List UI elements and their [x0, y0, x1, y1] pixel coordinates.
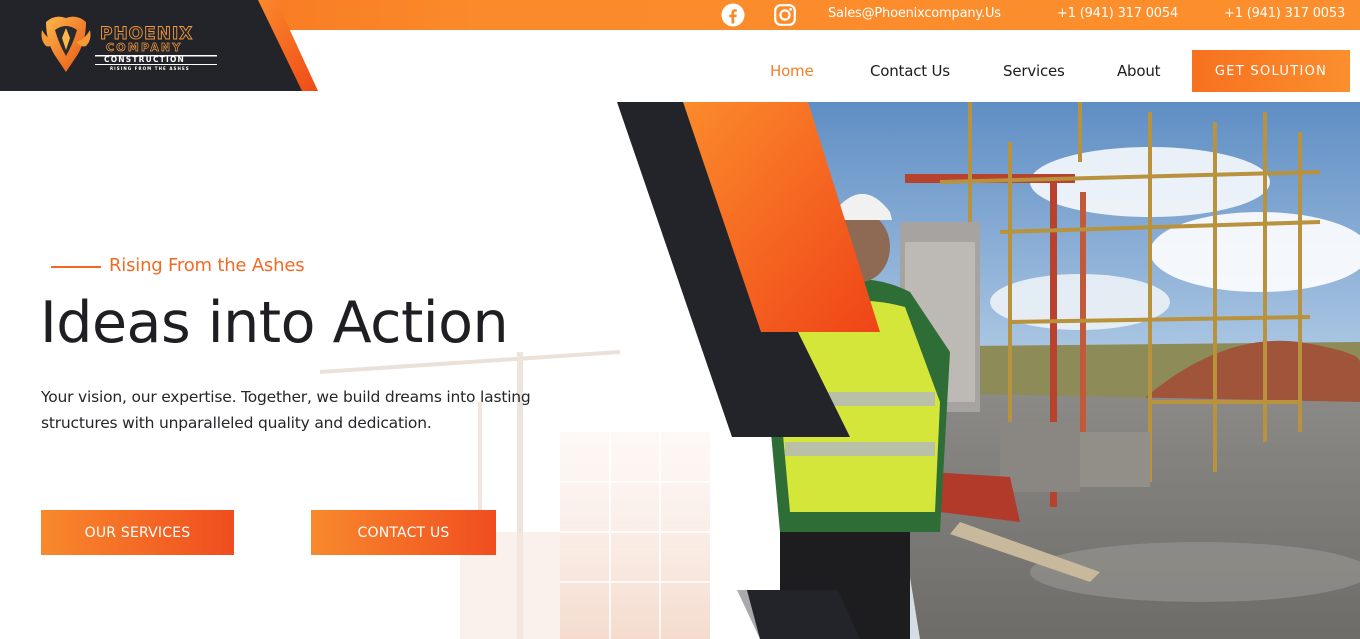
nav-item-contact-us[interactable]: Contact Us	[870, 62, 950, 80]
instagram-icon[interactable]	[773, 3, 797, 27]
nav-item-about[interactable]: About	[1117, 62, 1161, 80]
our-services-button[interactable]: OUR SERVICES	[41, 510, 234, 555]
contact-phone-1[interactable]: +1 (941) 317 0054	[1057, 6, 1178, 21]
hero-description: Your vision, our expertise. Together, we…	[41, 388, 531, 432]
main-navigation: Home Contact Us Services About GET SOLUT…	[0, 30, 1360, 102]
nav-item-home[interactable]: Home	[770, 62, 814, 80]
contact-email[interactable]: Sales@Phoenixcompany.Us	[828, 6, 1001, 21]
contact-us-button[interactable]: CONTACT US	[311, 510, 496, 555]
hero-eyebrow: Rising From the Ashes	[109, 255, 305, 276]
nav-item-services[interactable]: Services	[1003, 62, 1065, 80]
facebook-icon[interactable]	[721, 3, 745, 27]
eyebrow-divider	[51, 266, 101, 268]
get-solution-button[interactable]: GET SOLUTION	[1192, 50, 1350, 92]
hero-background-image	[0, 102, 1360, 639]
contact-phone-2[interactable]: +1 (941) 317 0053	[1224, 6, 1345, 21]
hero-section: Rising From the Ashes Ideas into Action …	[0, 102, 1360, 639]
hero-headline: Ideas into Action	[40, 290, 509, 356]
